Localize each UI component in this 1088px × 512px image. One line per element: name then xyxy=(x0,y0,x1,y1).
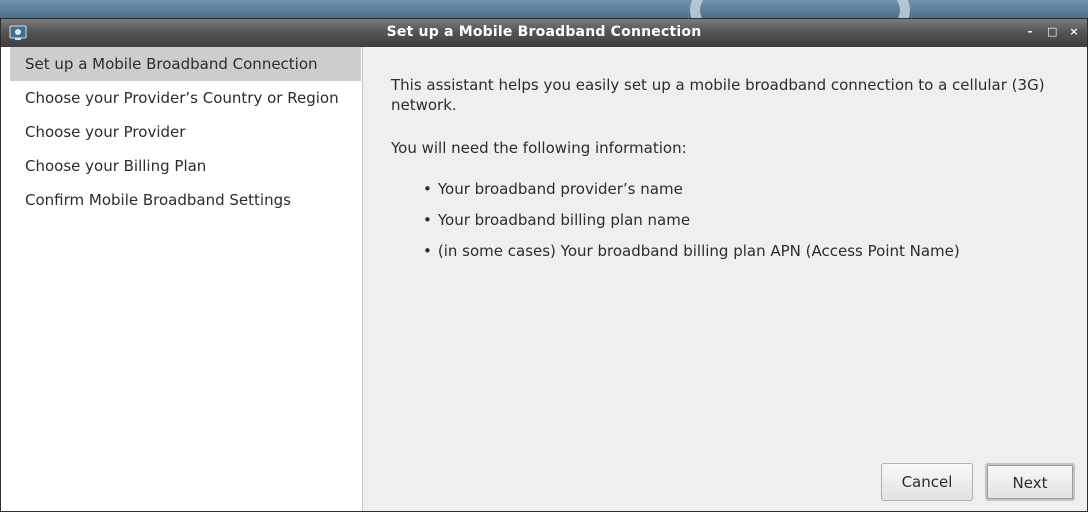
need-heading: You will need the following information: xyxy=(391,139,687,157)
list-item: • (in some cases) Your broadband billing … xyxy=(423,239,960,270)
sidebar-item-setup[interactable]: Set up a Mobile Broadband Connection xyxy=(10,47,361,81)
list-item-text: Your broadband provider’s name xyxy=(437,180,683,198)
bullet-icon: • xyxy=(423,211,432,229)
sidebar-item-billing-plan[interactable]: Choose your Billing Plan xyxy=(1,149,362,183)
titlebar[interactable]: Set up a Mobile Broadband Connection – □… xyxy=(1,19,1087,47)
next-button[interactable]: Next xyxy=(985,463,1075,501)
bullet-icon: • xyxy=(423,242,432,260)
sidebar-item-confirm[interactable]: Confirm Mobile Broadband Settings xyxy=(1,183,362,217)
bullet-icon: • xyxy=(423,180,432,198)
minimize-icon[interactable]: – xyxy=(1025,25,1035,38)
window-title: Set up a Mobile Broadband Connection xyxy=(386,24,702,40)
list-item: • Your broadband billing plan name xyxy=(423,208,960,239)
sidebar-item-provider[interactable]: Choose your Provider xyxy=(1,115,362,149)
desktop-background xyxy=(0,0,1088,18)
list-item-text: (in some cases) Your broadband billing p… xyxy=(437,242,960,260)
content-pane: This assistant helps you easily set up a… xyxy=(363,47,1087,511)
window-controls: – □ × xyxy=(1025,25,1079,38)
list-item: • Your broadband provider’s name xyxy=(423,177,960,208)
intro-text: This assistant helps you easily set up a… xyxy=(391,76,1045,114)
steps-sidebar: Set up a Mobile Broadband Connection Cho… xyxy=(1,47,363,511)
close-icon[interactable]: × xyxy=(1069,25,1079,38)
window-body: Set up a Mobile Broadband Connection Cho… xyxy=(1,47,1087,511)
assistant-window: Set up a Mobile Broadband Connection – □… xyxy=(0,18,1088,512)
maximize-icon[interactable]: □ xyxy=(1047,25,1057,38)
sidebar-item-country[interactable]: Choose your Provider’s Country or Region xyxy=(1,81,362,115)
cancel-button[interactable]: Cancel xyxy=(881,463,973,501)
requirements-list: • Your broadband provider’s name • Your br… xyxy=(423,177,960,270)
list-item-text: Your broadband billing plan name xyxy=(437,211,691,229)
